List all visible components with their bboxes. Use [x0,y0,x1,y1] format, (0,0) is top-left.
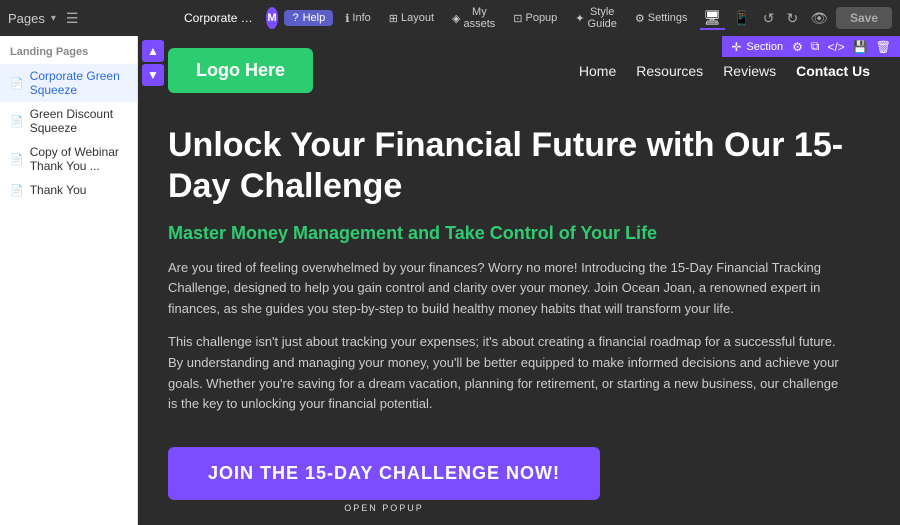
pages-title: Pages [8,11,45,26]
pages-chevron-icon: ▾ [51,13,56,24]
sidebar-section-title: Landing Pages [0,46,137,64]
page-icon: 📄 [10,115,24,128]
my-assets-button[interactable]: ◈ My assets [446,4,501,32]
assets-icon: ◈ [452,12,460,25]
move-down-button[interactable]: ▼ [142,64,164,86]
desktop-view-button[interactable]: 🖥 [700,7,726,30]
nav-links: Home Resources Reviews Contact Us [579,63,870,79]
sidebar-item-green-discount[interactable]: 📄 Green Discount Squeeze [0,102,137,140]
current-page-name: Corporate Green Sque... [184,11,260,25]
popup-icon: ⊡ [513,12,522,25]
settings-toolbar-icon[interactable]: ⚙ [789,39,806,55]
add-section-icon[interactable]: ✛ [728,39,744,55]
top-bar: Pages ▾ ☰ Corporate Green Sque... M ? He… [0,0,900,36]
redo-button[interactable]: ↻ [782,8,802,29]
nav-link-reviews[interactable]: Reviews [723,63,776,79]
info-icon: ℹ [345,12,349,25]
page-icon: 📄 [10,77,24,90]
avatar: M [266,7,279,29]
sidebar-item-webinar-copy[interactable]: 📄 Copy of Webinar Thank You ... [0,140,137,178]
body-text-1: Are you tired of feeling overwhelmed by … [168,258,848,320]
style-guide-button[interactable]: ✦ Style Guide [569,4,623,32]
popup-button[interactable]: ⊡ Popup [507,10,563,27]
body-text-2: This challenge isn't just about tracking… [168,332,848,415]
save-button[interactable]: Save [836,7,892,29]
layout-button[interactable]: ⊞ Layout [383,10,440,27]
sidebar-item-label: Thank You [30,183,87,197]
cta-button[interactable]: JOIN THE 15-DAY CHALLENGE NOW! [168,447,600,500]
settings-icon: ⚙ [635,12,645,25]
cta-sub-label: OPEN POPUP [168,503,600,513]
info-button[interactable]: ℹ Info [339,10,377,27]
duplicate-toolbar-icon[interactable]: ⧉ [808,38,823,55]
nav-link-contact[interactable]: Contact Us [796,63,870,79]
cta-wrapper: JOIN THE 15-DAY CHALLENGE NOW! OPEN POPU… [168,447,600,513]
landing-preview: ▲ ▼ ✛ Section ⚙ ⧉ </> 💾 🗑 Logo Here Home… [138,36,900,525]
preview-content: Unlock Your Financial Future with Our 15… [138,105,900,525]
save-toolbar-icon[interactable]: 💾 [850,39,871,55]
nav-link-home[interactable]: Home [579,63,616,79]
hamburger-icon[interactable]: ☰ [66,10,79,27]
section-toolbar: ✛ Section ⚙ ⧉ </> 💾 🗑 [722,36,900,57]
sidebar-item-thank-you[interactable]: 📄 Thank You [0,178,137,202]
main-layout: Landing Pages 📄 Corporate Green Squeeze … [0,36,900,525]
delete-toolbar-icon[interactable]: 🗑 [873,39,894,55]
section-label: Section [746,41,783,53]
help-icon: ? [292,12,298,24]
code-toolbar-icon[interactable]: </> [824,39,847,55]
sidebar-item-corporate[interactable]: 📄 Corporate Green Squeeze [0,64,137,102]
settings-button[interactable]: ⚙ Settings [629,10,694,27]
sidebar-item-label: Corporate Green Squeeze [30,69,127,97]
main-heading: Unlock Your Financial Future with Our 15… [168,125,848,207]
layout-icon: ⊞ [389,12,398,25]
undo-button[interactable]: ↺ [759,8,779,29]
sidebar-item-label: Green Discount Squeeze [30,107,127,135]
top-bar-right: 🖥 📱 ↺ ↻ 👁 Save [700,7,893,30]
sidebar-item-label: Copy of Webinar Thank You ... [30,145,127,173]
help-button[interactable]: ? Help [284,10,333,26]
style-guide-icon: ✦ [575,12,584,25]
canvas-area: ▲ ▼ ✛ Section ⚙ ⧉ </> 💾 🗑 Logo Here Home… [138,36,900,525]
pages-section: Pages ▾ ☰ [8,10,178,27]
sidebar: Landing Pages 📄 Corporate Green Squeeze … [0,36,138,525]
logo-button[interactable]: Logo Here [168,48,313,93]
preview-button[interactable]: 👁 [806,8,832,29]
page-icon: 📄 [10,153,24,166]
move-buttons: ▲ ▼ [138,36,168,90]
sub-heading: Master Money Management and Take Control… [168,223,870,244]
move-up-button[interactable]: ▲ [142,40,164,62]
mobile-view-button[interactable]: 📱 [729,8,754,29]
nav-link-resources[interactable]: Resources [636,63,703,79]
page-icon: 📄 [10,184,24,197]
